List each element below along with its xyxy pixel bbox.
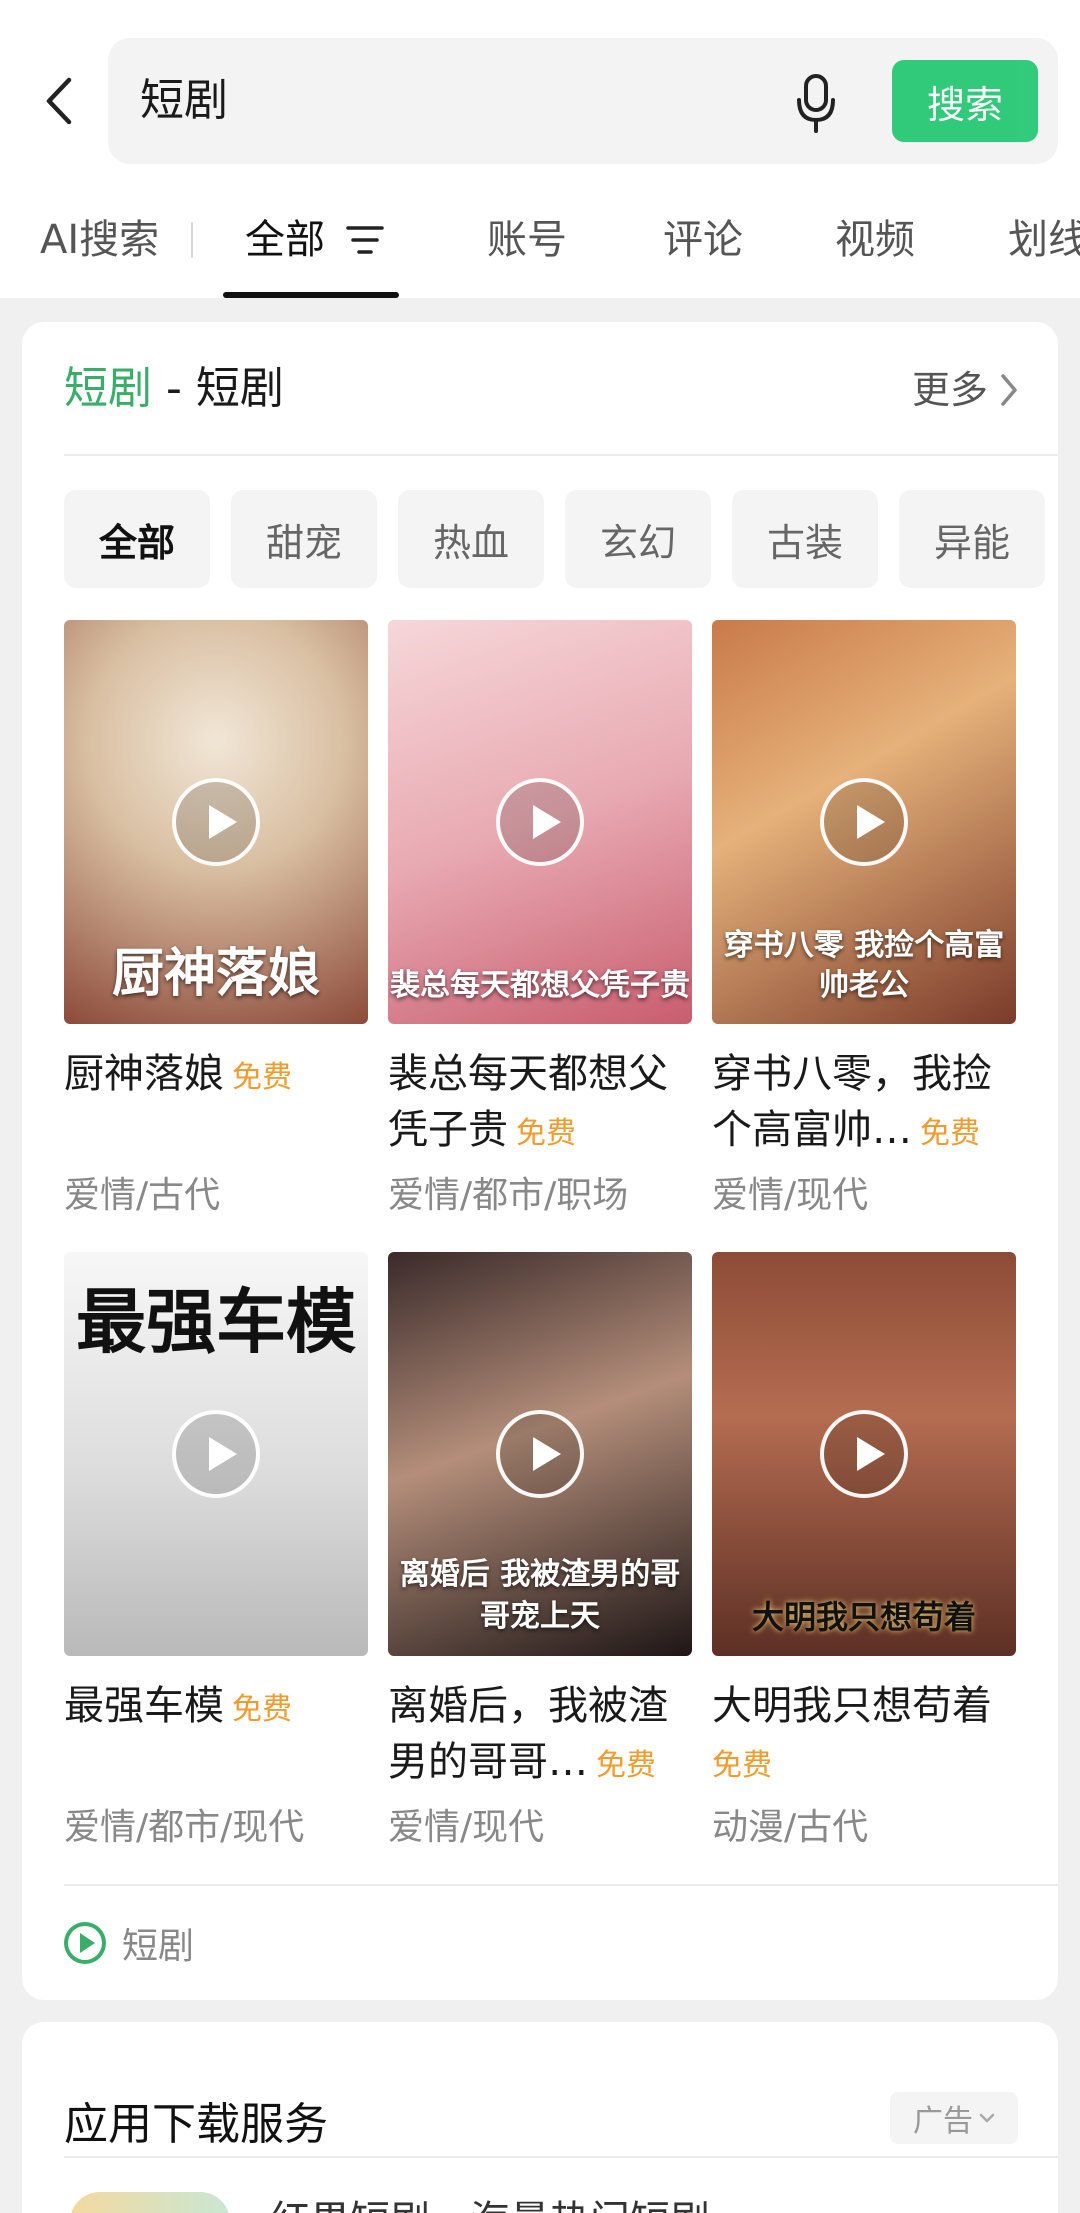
source-label: 短剧 <box>122 1926 195 1967</box>
back-arrow-icon <box>46 77 72 125</box>
divider <box>64 1884 1058 1886</box>
divider <box>64 2156 1058 2158</box>
chevron-right-icon <box>1001 374 1017 406</box>
search-box[interactable]: 短剧 搜索 <box>108 38 1058 164</box>
card-title-keyword[interactable]: 短剧 <box>64 363 152 414</box>
free-badge: 免费 <box>920 1116 980 1151</box>
drama-title: 大明我只想苟着 免费 <box>712 1678 1016 1794</box>
chip-costume[interactable]: 古装 <box>732 490 878 588</box>
drama-poster[interactable]: 厨神落娘 <box>64 620 368 1024</box>
tab-underline-notes[interactable]: 划线 <box>1008 212 1080 268</box>
app-icon[interactable] <box>70 2192 230 2213</box>
drama-tags: 动漫/古代 <box>712 1807 869 1848</box>
drama-title: 离婚后，我被渣男的哥哥… 免费 <box>388 1678 692 1794</box>
back-button[interactable] <box>30 62 86 140</box>
free-badge: 免费 <box>232 1060 292 1095</box>
card-title-separator: - <box>152 363 196 414</box>
play-icon[interactable] <box>172 778 260 866</box>
poster-title: 大明我只想苟着 <box>751 1598 976 1636</box>
poster-title: 裴总每天都想父凭子贵 <box>390 968 690 1003</box>
drama-tags: 爱情/现代 <box>712 1175 869 1216</box>
app-title[interactable]: 红果短剧 - 海量热门短剧 <box>270 2188 710 2213</box>
free-badge: 免费 <box>596 1748 656 1783</box>
tab-all[interactable]: 全部 <box>245 212 325 268</box>
card-title-category: 短剧 <box>195 363 284 414</box>
drama-tags: 爱情/古代 <box>64 1175 221 1216</box>
drama-poster[interactable]: 大明我只想苟着 <box>712 1252 1016 1656</box>
drama-title-text: 大明我只想苟着 <box>712 1683 992 1729</box>
play-icon[interactable] <box>820 1410 908 1498</box>
more-link[interactable]: 更多 <box>912 362 1018 418</box>
drama-poster[interactable]: 裴总每天都想父凭子贵 <box>388 620 692 1024</box>
drama-tags: 爱情/现代 <box>388 1807 545 1848</box>
genre-chips: 全部 甜宠 热血 玄幻 古装 异能 <box>64 490 1058 588</box>
chip-all[interactable]: 全部 <box>64 490 210 588</box>
drama-title-text: 厨神落娘 <box>64 1051 224 1097</box>
short-drama-card: 短剧 - 短剧 更多 全部 甜宠 热血 玄幻 古装 异能 厨神落娘 厨神落娘 免费… <box>22 322 1058 2000</box>
play-icon[interactable] <box>496 778 584 866</box>
source-row[interactable]: 短剧 <box>64 1918 194 1968</box>
drama-title: 厨神落娘 免费 <box>64 1046 368 1106</box>
short-drama-logo-icon <box>64 1922 106 1964</box>
result-tabs: AI搜索 全部 账号 评论 视频 划线 <box>0 198 1080 298</box>
poster-title: 最强车模 <box>76 1280 356 1363</box>
drama-tags: 爱情/都市/现代 <box>64 1807 305 1848</box>
search-input[interactable]: 短剧 <box>140 38 228 164</box>
drama-title: 最强车模 免费 <box>64 1678 368 1738</box>
chip-hot-blooded[interactable]: 热血 <box>398 490 544 588</box>
more-label: 更多 <box>911 368 988 412</box>
chevron-down-icon <box>979 2113 995 2123</box>
tab-ai-search[interactable]: AI搜索 <box>40 212 159 268</box>
microphone-icon[interactable] <box>794 74 838 134</box>
app-download-card: 应用下载服务 广告 红果短剧 - 海量热门短剧 <box>22 2022 1058 2213</box>
drama-poster[interactable]: 最强车模 <box>64 1252 368 1656</box>
top-header: 短剧 搜索 AI搜索 全部 账号 评论 视频 划线 <box>0 0 1080 298</box>
drama-title: 穿书八零，我捡个高富帅… 免费 <box>712 1046 1016 1162</box>
chip-sweet[interactable]: 甜宠 <box>231 490 377 588</box>
active-tab-indicator <box>223 292 399 298</box>
tab-account[interactable]: 账号 <box>487 212 567 268</box>
tab-divider <box>191 222 193 258</box>
play-icon[interactable] <box>496 1410 584 1498</box>
chip-superpower[interactable]: 异能 <box>899 490 1045 588</box>
poster-title: 厨神落娘 <box>111 943 320 1004</box>
drama-tags: 爱情/都市/职场 <box>388 1175 629 1216</box>
free-badge: 免费 <box>516 1116 576 1151</box>
card-title: 短剧 - 短剧 <box>64 358 284 420</box>
ad-tag[interactable]: 广告 <box>890 2092 1018 2144</box>
poster-title: 离婚后 我被渣男的哥哥宠上天 <box>399 1557 681 1634</box>
drama-poster[interactable]: 离婚后 我被渣男的哥哥宠上天 <box>388 1252 692 1656</box>
drama-title: 裴总每天都想父凭子贵 免费 <box>388 1046 692 1162</box>
poster-title: 穿书八零 我捡个高富帅老公 <box>723 928 1005 1003</box>
free-badge: 免费 <box>232 1692 292 1727</box>
drama-poster[interactable]: 穿书八零 我捡个高富帅老公 <box>712 620 1016 1024</box>
divider <box>64 454 1058 456</box>
free-badge: 免费 <box>712 1748 772 1783</box>
ad-label: 广告 <box>913 2104 973 2139</box>
tab-video[interactable]: 视频 <box>835 212 915 268</box>
play-icon[interactable] <box>172 1410 260 1498</box>
play-icon[interactable] <box>820 778 908 866</box>
tab-comments[interactable]: 评论 <box>663 212 743 268</box>
card-title: 应用下载服务 <box>64 2099 328 2150</box>
chip-fantasy[interactable]: 玄幻 <box>565 490 711 588</box>
drama-title-text: 最强车模 <box>64 1683 224 1729</box>
search-button[interactable]: 搜索 <box>892 60 1038 142</box>
filter-icon[interactable] <box>346 222 384 258</box>
